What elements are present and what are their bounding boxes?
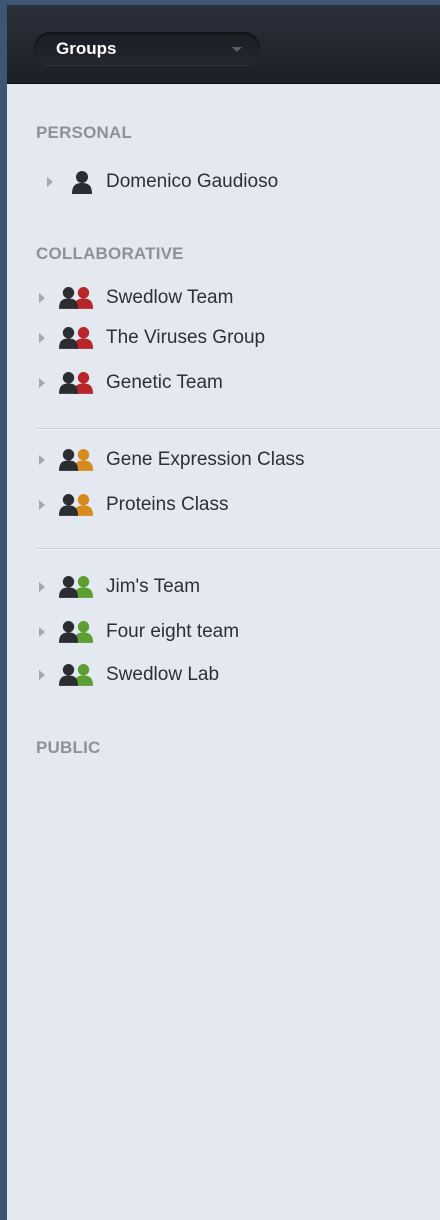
chevron-down-icon[interactable] <box>232 47 242 52</box>
groups-dropdown[interactable]: Groups <box>34 32 260 65</box>
disclosure-triangle-icon[interactable] <box>39 378 45 388</box>
group-icon-green <box>59 621 93 643</box>
tree-item-label: Gene Expression Class <box>106 449 305 470</box>
disclosure-triangle-icon[interactable] <box>39 627 45 637</box>
group-icon-red <box>59 372 93 394</box>
tree-item-label: Swedlow Team <box>106 287 234 308</box>
tree-item-gene-expression-class[interactable]: Gene Expression Class <box>37 446 417 476</box>
tree-item-swedlow-lab[interactable]: Swedlow Lab <box>37 661 417 691</box>
group-icon-orange <box>59 494 93 516</box>
disclosure-triangle-icon[interactable] <box>39 455 45 465</box>
disclosure-triangle-icon[interactable] <box>39 333 45 343</box>
divider <box>37 428 440 430</box>
section-header-public: PUBLIC <box>36 738 101 757</box>
tree-item-label: Swedlow Lab <box>106 664 220 685</box>
section-header-personal: PERSONAL <box>36 123 133 142</box>
user-icon <box>72 171 92 194</box>
tree-item-label: Proteins Class <box>106 494 229 515</box>
group-icon-green <box>59 576 93 598</box>
tree-item-label: Jim's Team <box>106 576 201 597</box>
groups-dropdown-label: Groups <box>56 39 117 58</box>
group-icon-orange <box>59 449 93 471</box>
tree-item-genetic-team[interactable]: Genetic Team <box>37 369 417 399</box>
tree-item-jims-team[interactable]: Jim's Team <box>37 573 417 603</box>
divider <box>37 548 440 550</box>
group-icon-red <box>59 327 93 349</box>
group-icon-green <box>59 664 93 686</box>
tree-item-label: Domenico Gaudioso <box>106 171 279 192</box>
top-toolbar: Groups <box>7 5 440 84</box>
tree-item-four-eight-team[interactable]: Four eight team <box>37 618 417 648</box>
tree-item-the-viruses-group[interactable]: The Viruses Group <box>37 324 417 354</box>
disclosure-triangle-icon[interactable] <box>39 293 45 303</box>
disclosure-triangle-icon[interactable] <box>47 177 53 187</box>
tree-item-domenico-gaudioso[interactable]: Domenico Gaudioso <box>37 168 417 198</box>
disclosure-triangle-icon[interactable] <box>39 670 45 680</box>
tree-item-label: Genetic Team <box>106 372 223 393</box>
group-icon-red <box>59 287 93 309</box>
disclosure-triangle-icon[interactable] <box>39 500 45 510</box>
disclosure-triangle-icon[interactable] <box>39 582 45 592</box>
tree-item-label: The Viruses Group <box>106 327 266 348</box>
tree-item-label: Four eight team <box>106 621 240 642</box>
groups-panel: Groups PERSONAL Domenico Gaudioso COLLAB… <box>7 5 440 1220</box>
section-header-collaborative: COLLABORATIVE <box>36 244 184 263</box>
tree-item-swedlow-team[interactable]: Swedlow Team <box>37 284 417 314</box>
tree-item-proteins-class[interactable]: Proteins Class <box>37 491 417 521</box>
